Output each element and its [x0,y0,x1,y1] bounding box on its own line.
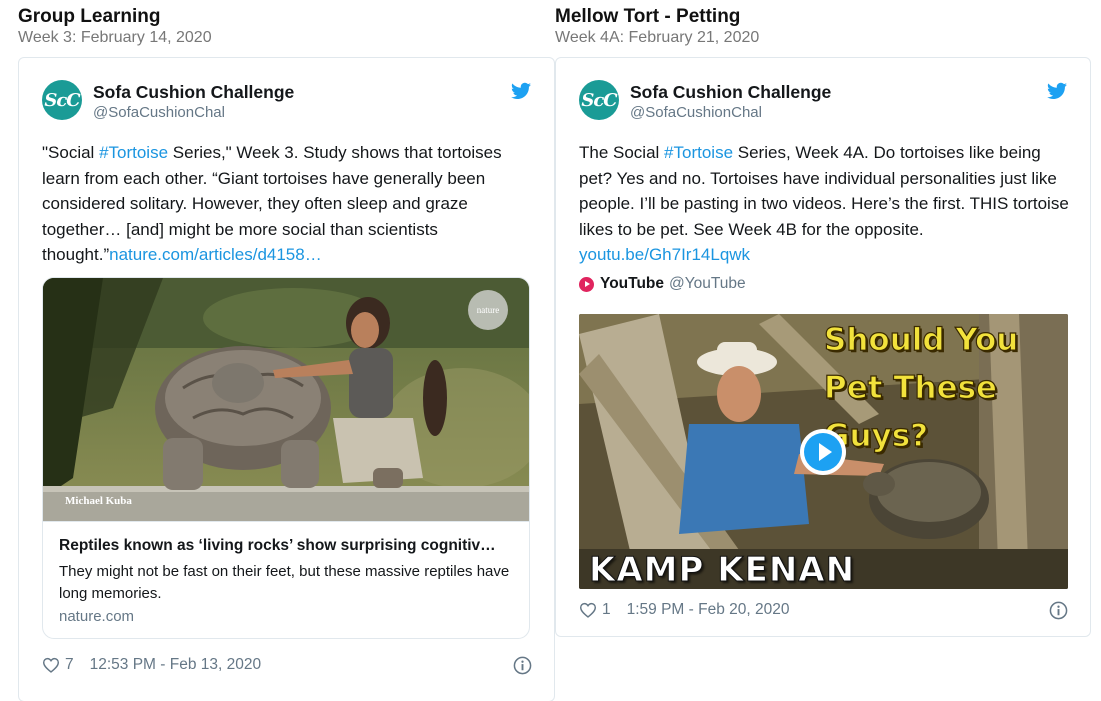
twitter-bird-icon[interactable] [1047,82,1067,100]
heart-icon[interactable] [42,657,60,673]
tweet-footer: 1 1:59 PM - Feb 20, 2020 [579,601,789,619]
video-source[interactable]: YouTube @YouTube [579,275,746,293]
youtube-icon [579,276,594,292]
card-description: They might not be fast on their feet, bu… [59,563,510,601]
post-mellow-tort: Mellow Tort - Petting Week 4A: February … [555,0,1095,637]
tweet-footer: 7 12:53 PM - Feb 13, 2020 [42,656,261,674]
post-title: Mellow Tort - Petting [555,6,741,27]
tweet-author-name[interactable]: Sofa Cushion Challenge [93,82,294,103]
tweet-author-handle[interactable]: @SofaCushionChal [630,104,762,121]
tweet-header: ScC Sofa Cushion Challenge @SofaCushionC… [19,58,554,128]
avatar[interactable]: ScC [42,80,82,120]
tweet-text-part: "Social [42,143,100,162]
hashtag-link[interactable]: #Tortoise [664,143,733,162]
source-handle[interactable]: @YouTube [669,275,746,293]
card-image[interactable]: nature Michael Kuba [43,278,529,521]
tweet-text: The Social #Tortoise Series, Week 4A. Do… [579,140,1069,268]
embedded-tweet[interactable]: ScC Sofa Cushion Challenge @SofaCushionC… [18,57,555,701]
link-card[interactable]: nature Michael Kuba Reptiles known as ‘l… [42,277,530,639]
avatar[interactable]: ScC [579,80,619,120]
heart-icon[interactable] [579,602,597,618]
tweet-author-name[interactable]: Sofa Cushion Challenge [630,82,831,103]
info-icon[interactable] [1049,601,1068,620]
tweet-header: ScC Sofa Cushion Challenge @SofaCushionC… [556,58,1090,128]
twitter-bird-icon[interactable] [511,82,531,100]
source-name[interactable]: YouTube [600,275,664,293]
video-link[interactable]: youtu.be/Gh7Ir14Lqwk [579,245,750,264]
video-thumbnail[interactable]: Should You Pet These Guys? KAMP KENAN [579,314,1068,589]
tweet-text: "Social #Tortoise Series," Week 3. Study… [42,140,532,268]
play-icon[interactable] [800,429,846,475]
post-group-learning: Group Learning Week 3: February 14, 2020… [18,0,558,701]
card-domain: nature.com [59,608,135,625]
tweet-timestamp[interactable]: 12:53 PM - Feb 13, 2020 [90,656,261,674]
like-count[interactable]: 7 [65,656,74,674]
tweet-author-handle[interactable]: @SofaCushionChal [93,104,225,121]
post-date: Week 3: February 14, 2020 [18,29,212,46]
photo-credit: Michael Kuba [65,495,132,507]
embedded-tweet[interactable]: ScC Sofa Cushion Challenge @SofaCushionC… [555,57,1091,637]
tortoise-photo [43,278,529,521]
tweet-text-part: The Social [579,143,665,162]
article-link[interactable]: nature.com/articles/d4158… [109,245,322,264]
nature-badge: nature [468,290,508,330]
video-brand: KAMP KENAN [588,550,856,590]
post-date: Week 4A: February 21, 2020 [555,29,760,46]
video-caption: Should You Pet These Guys? [823,321,1019,454]
tweet-timestamp[interactable]: 1:59 PM - Feb 20, 2020 [627,601,790,619]
info-icon[interactable] [513,656,532,675]
post-title: Group Learning [18,6,161,27]
hashtag-link[interactable]: #Tortoise [99,143,168,162]
like-count[interactable]: 1 [602,601,611,619]
card-divider [43,521,529,522]
card-title[interactable]: Reptiles known as ‘living rocks’ show su… [59,537,519,555]
